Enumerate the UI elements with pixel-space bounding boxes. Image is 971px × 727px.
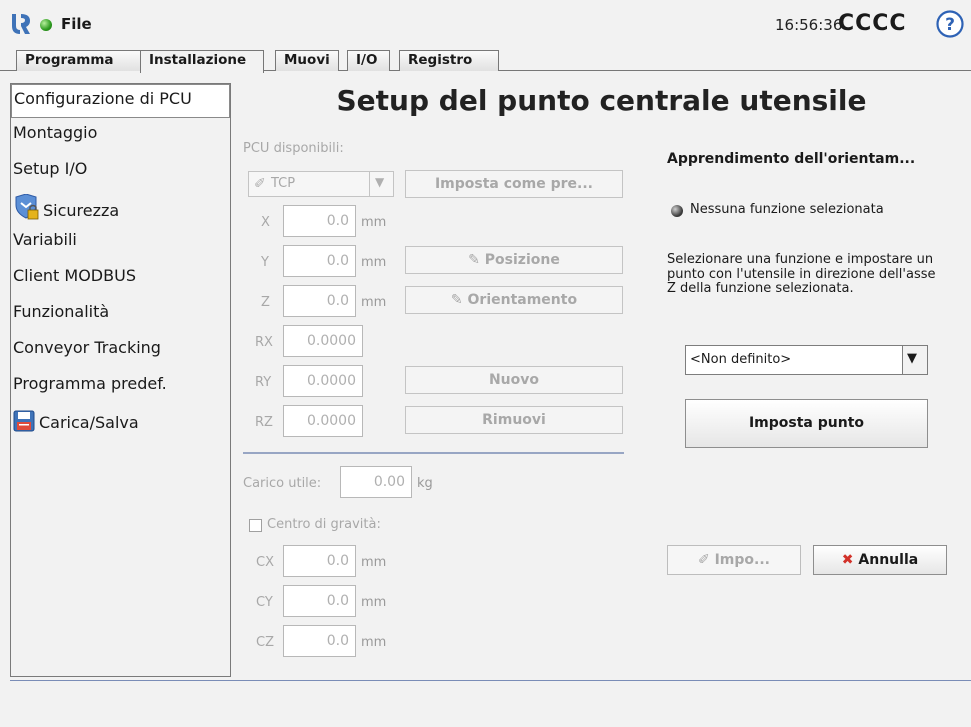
sidebar-item-variabili[interactable]: Variabili [11,226,230,260]
rz-field[interactable]: 0.0000 [283,405,363,437]
robot-name: CCCC [838,11,907,36]
sidebar-item-conveyor-tracking[interactable]: Conveyor Tracking [11,334,230,368]
tab-io[interactable]: I/O [347,50,390,71]
shield-lock-icon [15,194,39,220]
cx-unit: mm [361,555,387,570]
y-field[interactable]: 0.0 [283,245,356,277]
feature-select[interactable]: <Non definito> ▼ [685,345,928,375]
apply-button[interactable]: ✐ Impo... [667,545,801,575]
cx-field[interactable]: 0.0 [283,545,356,577]
file-menu[interactable]: File [61,15,92,33]
tab-registro[interactable]: Registro [399,50,499,71]
pencil-icon: ✐ [254,176,266,192]
sidebar-item-setup-io[interactable]: Setup I/O [11,155,230,189]
tcp-available-label: PCU disponibili: [243,141,344,156]
ry-field[interactable]: 0.0000 [283,365,363,397]
teach-icon: ✎ [450,292,468,308]
cy-field[interactable]: 0.0 [283,585,356,617]
svg-text:?: ? [945,15,955,35]
rx-field[interactable]: 0.0000 [283,325,363,357]
sidebar-item-label: Carica/Salva [39,413,139,432]
set-point-button[interactable]: Imposta punto [685,399,928,448]
remove-button[interactable]: Rimuovi [405,406,623,434]
orientation-status: Nessuna funzione selezionata [690,202,884,217]
pencil-icon: ✐ [697,552,715,568]
tab-installazione[interactable]: Installazione [140,50,264,73]
cog-checkbox[interactable] [249,519,262,532]
set-default-button[interactable]: Imposta come pre... [405,170,623,198]
x-field[interactable]: 0.0 [283,205,356,237]
y-label: Y [261,255,269,270]
orientation-instructions: Selezionare una funzione e impostare un … [667,252,936,296]
sidebar-item-configurazione-pcu[interactable]: Configurazione di PCU [11,84,230,118]
cz-unit: mm [361,635,387,650]
cancel-button[interactable]: ✖ Annulla [813,545,947,575]
orientation-button[interactable]: ✎ Orientamento [405,286,623,314]
sidebar: Configurazione di PCU Montaggio Setup I/… [10,83,231,677]
help-icon[interactable]: ? [936,10,964,38]
position-button[interactable]: ✎ Posizione [405,246,623,274]
x-unit: mm [361,215,387,230]
y-unit: mm [361,255,387,270]
tcp-select-value: TCP [271,176,296,191]
chevron-down-icon: ▼ [375,175,385,189]
new-button[interactable]: Nuovo [405,366,623,394]
cx-label: CX [256,555,274,570]
bottom-separator [10,680,971,681]
ry-label: RY [255,375,272,390]
feature-select-value: <Non definito> [690,352,792,367]
sidebar-item-funzionalita[interactable]: Funzionalità [11,298,230,332]
clock: 16:56:36 [775,16,843,34]
status-led-icon [671,205,683,217]
sidebar-item-programma-predef[interactable]: Programma predef. [11,370,230,404]
sidebar-item-sicurezza[interactable]: Sicurezza [11,190,230,224]
ur-logo-icon [12,14,30,34]
divider [243,452,624,454]
payload-label: Carico utile: [243,476,322,491]
sidebar-item-label: Sicurezza [43,201,120,220]
cog-label: Centro di gravità: [267,517,381,532]
sidebar-item-client-modbus[interactable]: Client MODBUS [11,262,230,296]
cy-unit: mm [361,595,387,610]
rz-label: RZ [255,415,273,430]
sidebar-item-carica-salva[interactable]: Carica/Salva [11,406,230,440]
close-icon: ✖ [841,552,854,568]
chevron-down-icon: ▼ [907,351,917,366]
cy-label: CY [256,595,273,610]
cz-field[interactable]: 0.0 [283,625,356,657]
tab-programma[interactable]: Programma [16,50,141,71]
z-unit: mm [361,295,387,310]
teach-icon: ✎ [468,252,485,268]
robot-status-icon[interactable] [40,19,52,31]
tab-muovi[interactable]: Muovi [275,50,339,71]
orientation-panel-title: Apprendimento dell'orientam... [667,151,916,167]
z-label: Z [261,295,270,310]
floppy-disk-icon [13,410,35,432]
cz-label: CZ [256,635,274,650]
sidebar-item-montaggio[interactable]: Montaggio [11,119,230,153]
rx-label: RX [255,335,273,350]
page-title: Setup del punto centrale utensile [336,84,867,117]
z-field[interactable]: 0.0 [283,285,356,317]
payload-unit: kg [417,476,433,491]
payload-field[interactable]: 0.00 [340,466,412,498]
x-label: X [261,215,270,230]
tcp-select[interactable]: ✐ TCP ▼ [248,171,394,197]
